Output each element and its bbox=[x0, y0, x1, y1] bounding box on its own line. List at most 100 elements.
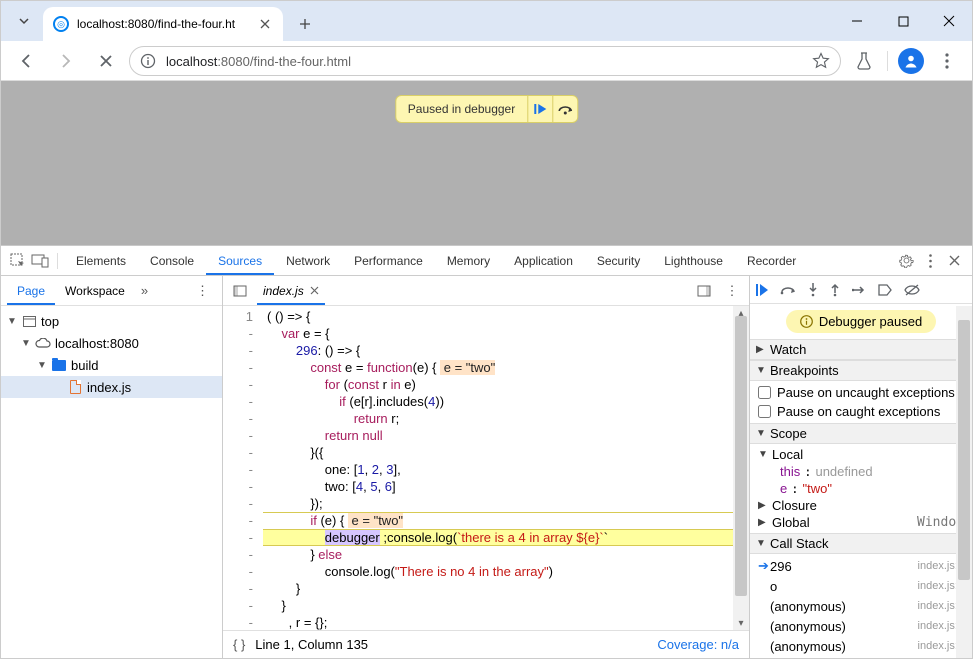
section-watch[interactable]: ▶Watch bbox=[750, 339, 972, 360]
tab-search-button[interactable] bbox=[9, 1, 39, 41]
browser-toolbar: localhost:8080/find-the-four.html bbox=[1, 41, 972, 81]
window-icon bbox=[21, 316, 37, 327]
folder-icon bbox=[51, 360, 67, 371]
callstack-item: ➔296index.js:1 bbox=[750, 556, 972, 576]
right-scrollbar[interactable] bbox=[956, 306, 972, 658]
window-controls bbox=[834, 1, 972, 41]
bookmark-icon[interactable] bbox=[812, 52, 830, 70]
coverage-link[interactable]: Coverage: n/a bbox=[657, 637, 739, 652]
pretty-print-icon[interactable]: { } bbox=[233, 637, 245, 652]
maximize-button[interactable] bbox=[880, 1, 926, 41]
nav-more-icon[interactable]: » bbox=[135, 283, 155, 298]
scope-global[interactable]: ▶GlobalWindow bbox=[750, 514, 972, 531]
tree-host[interactable]: ▼ localhost:8080 bbox=[1, 332, 222, 354]
resume-icon[interactable] bbox=[756, 284, 768, 296]
editor-status-bar: { } Line 1, Column 135 Coverage: n/a bbox=[223, 630, 749, 658]
code-editor[interactable]: 1------------------ ( () => { var e = { … bbox=[223, 306, 749, 630]
site-info-icon[interactable] bbox=[140, 53, 158, 69]
step-over-button[interactable] bbox=[553, 96, 577, 122]
forward-button[interactable] bbox=[49, 44, 83, 78]
minimize-button[interactable] bbox=[834, 1, 880, 41]
step-over-icon[interactable] bbox=[780, 284, 796, 296]
scope-closure[interactable]: ▶Closure bbox=[750, 497, 972, 514]
nav-tab-page[interactable]: Page bbox=[7, 276, 55, 305]
new-tab-button[interactable] bbox=[291, 10, 319, 38]
nav-tab-workspace[interactable]: Workspace bbox=[55, 276, 135, 305]
url-bar[interactable]: localhost:8080/find-the-four.html bbox=[129, 46, 841, 76]
editor-file-tab[interactable]: index.js bbox=[257, 276, 325, 305]
section-callstack[interactable]: ▼Call Stack bbox=[750, 533, 972, 554]
nav-menu-icon[interactable]: ⋮ bbox=[190, 283, 216, 299]
tab-sources[interactable]: Sources bbox=[206, 246, 274, 275]
tab-memory[interactable]: Memory bbox=[435, 246, 502, 275]
tab-console[interactable]: Console bbox=[138, 246, 206, 275]
editor-panel: index.js ⋮ 1------------------ ( () => {… bbox=[223, 276, 750, 658]
stop-reload-button[interactable] bbox=[89, 44, 123, 78]
labs-icon[interactable] bbox=[847, 44, 881, 78]
code-lines: ( () => { var e = { 296: () => { const e… bbox=[263, 306, 749, 630]
url-text: localhost:8080/find-the-four.html bbox=[166, 53, 804, 69]
debugger-panel: Debugger paused ▶Watch ▼Breakpoints Paus… bbox=[750, 276, 972, 658]
step-out-icon[interactable] bbox=[830, 283, 840, 297]
tab-strip: ◎ localhost:8080/find-the-four.ht bbox=[1, 1, 834, 41]
scroll-thumb[interactable] bbox=[735, 316, 747, 596]
editor-tabs: index.js ⋮ bbox=[223, 276, 749, 306]
callstack-item: (anonymous)index.js:1 bbox=[750, 616, 972, 636]
scroll-down-icon[interactable]: ▾ bbox=[733, 616, 749, 630]
callstack-item: (anonymous)index.js:1 bbox=[750, 636, 972, 656]
inspect-icon[interactable] bbox=[7, 253, 29, 269]
page-viewport: Paused in debugger bbox=[1, 81, 972, 245]
resume-button[interactable] bbox=[528, 96, 552, 122]
close-window-button[interactable] bbox=[926, 1, 972, 41]
tab-application[interactable]: Application bbox=[502, 246, 585, 275]
close-file-icon[interactable] bbox=[310, 286, 319, 295]
toggle-sidebar-icon[interactable] bbox=[693, 285, 715, 297]
tree-folder[interactable]: ▼ build bbox=[1, 354, 222, 376]
debug-toolbar bbox=[750, 276, 972, 304]
tab-network[interactable]: Network bbox=[274, 246, 342, 275]
back-button[interactable] bbox=[9, 44, 43, 78]
deactivate-bp-icon[interactable] bbox=[878, 284, 892, 296]
debugger-paused-badge: Debugger paused bbox=[786, 310, 936, 333]
devtools-tabs: Elements Console Sources Network Perform… bbox=[1, 246, 972, 276]
file-icon bbox=[67, 380, 83, 394]
devtools: Elements Console Sources Network Perform… bbox=[1, 245, 972, 658]
editor-more-icon[interactable]: ⋮ bbox=[721, 283, 743, 299]
cloud-icon bbox=[35, 338, 51, 349]
settings-icon[interactable] bbox=[894, 253, 918, 268]
step-into-icon[interactable] bbox=[808, 283, 818, 297]
file-tree: ▼ top ▼ localhost:8080 ▼ build bbox=[1, 306, 222, 658]
pause-banner: Paused in debugger bbox=[395, 95, 578, 123]
tab-title: localhost:8080/find-the-four.ht bbox=[77, 17, 249, 31]
device-icon[interactable] bbox=[29, 254, 51, 268]
browser-tab[interactable]: ◎ localhost:8080/find-the-four.ht bbox=[43, 7, 283, 41]
step-icon[interactable] bbox=[852, 284, 866, 296]
section-scope[interactable]: ▼Scope bbox=[750, 423, 972, 444]
callstack-item: oindex.js:1 bbox=[750, 576, 972, 596]
devtools-body: Page Workspace » ⋮ ▼ top ▼ localho bbox=[1, 276, 972, 658]
info-icon bbox=[800, 315, 813, 328]
callstack-item: (anonymous)index.js:1 bbox=[750, 596, 972, 616]
section-breakpoints[interactable]: ▼Breakpoints bbox=[750, 360, 972, 381]
chk-caught[interactable]: Pause on caught exceptions bbox=[750, 402, 972, 421]
chk-uncaught[interactable]: Pause on uncaught exceptions bbox=[750, 383, 972, 402]
tree-file[interactable]: index.js bbox=[1, 376, 222, 398]
tab-performance[interactable]: Performance bbox=[342, 246, 435, 275]
pause-exceptions-icon[interactable] bbox=[904, 284, 920, 296]
profile-button[interactable] bbox=[894, 44, 928, 78]
pause-message: Paused in debugger bbox=[396, 102, 527, 116]
tab-lighthouse[interactable]: Lighthouse bbox=[652, 246, 735, 275]
close-devtools-icon[interactable] bbox=[942, 255, 966, 266]
tab-recorder[interactable]: Recorder bbox=[735, 246, 808, 275]
sources-navigator: Page Workspace » ⋮ ▼ top ▼ localho bbox=[1, 276, 223, 658]
tab-close-button[interactable] bbox=[257, 16, 273, 32]
scope-local[interactable]: ▼Local bbox=[750, 446, 972, 463]
tab-elements[interactable]: Elements bbox=[64, 246, 138, 275]
menu-button[interactable] bbox=[930, 44, 964, 78]
watch-toggle-icon[interactable] bbox=[229, 285, 251, 297]
tab-security[interactable]: Security bbox=[585, 246, 652, 275]
more-icon[interactable] bbox=[918, 254, 942, 268]
editor-scrollbar[interactable]: ▴ ▾ bbox=[733, 306, 749, 630]
content-area: Paused in debugger Elements Console Sour… bbox=[1, 81, 972, 658]
tree-top[interactable]: ▼ top bbox=[1, 310, 222, 332]
